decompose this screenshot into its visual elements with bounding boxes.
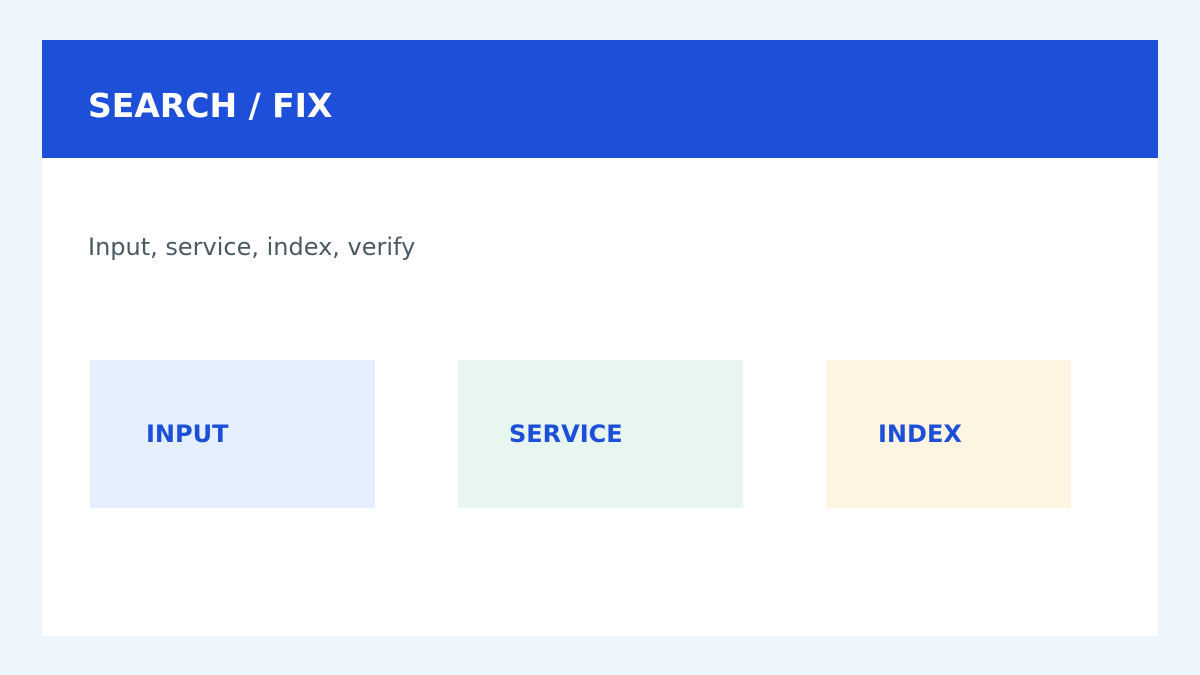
- input-box-label: INPUT: [146, 420, 229, 448]
- input-box: INPUT: [90, 360, 375, 508]
- index-box-label: INDEX: [878, 420, 962, 448]
- subtitle: Input, service, index, verify: [88, 233, 416, 261]
- slide-card: SEARCH / FIX Input, service, index, veri…: [42, 40, 1158, 636]
- service-box-label: SERVICE: [509, 420, 623, 448]
- page-title: SEARCH / FIX: [88, 86, 333, 125]
- header-bar: SEARCH / FIX: [42, 40, 1158, 158]
- index-box: INDEX: [826, 360, 1071, 508]
- service-box: SERVICE: [458, 360, 743, 508]
